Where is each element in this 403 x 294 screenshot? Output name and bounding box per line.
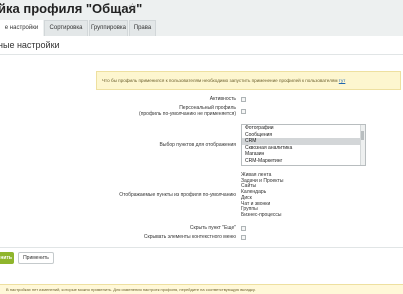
hide-more-label: Скрыть пункт "Еще" [189, 225, 236, 231]
page-title: йка профиля "Общая" [0, 1, 143, 16]
hide-more-checkbox[interactable] [241, 226, 246, 231]
scrollbar-thumb[interactable] [361, 131, 364, 140]
personal-profile-hint: (профиль по-умолчанию не применяется) [139, 111, 236, 117]
default-items-label: Отображаемые пункты из профиля по-умолча… [119, 192, 236, 198]
apply-button[interactable]: Применить [18, 252, 54, 264]
active-label: Активность [209, 96, 236, 102]
notice-banner: Что бы профиль применился к пользователя… [96, 71, 401, 90]
bottom-divider [0, 247, 403, 248]
footer-notice: В настройках нет изменений, которые можн… [0, 284, 403, 294]
menu-items-listbox[interactable]: Фотографии Сообщения CRM Сквозная аналит… [241, 124, 366, 166]
list-item[interactable]: CRM-Маркетинг [242, 158, 365, 165]
save-button[interactable]: нить [0, 252, 14, 264]
list-item: Бизнес-процессы [241, 211, 282, 218]
listbox-scrollbar[interactable] [360, 125, 365, 165]
tab-rights[interactable]: Права [129, 20, 156, 36]
tab-general-settings[interactable]: е настройки [0, 20, 43, 36]
section-title: ные настройки [0, 40, 60, 50]
default-items-list: Живая лента Задачи и Проекты Сайты Кален… [241, 172, 283, 219]
notice-link[interactable]: тут [339, 78, 346, 83]
tab-grouping[interactable]: Группировка [89, 20, 128, 36]
star-icon[interactable]: ☆ [128, 2, 137, 13]
menu-select-label: Выбор пунктов для отображения [159, 142, 236, 148]
active-checkbox[interactable] [241, 97, 246, 102]
hide-context-checkbox[interactable] [241, 235, 246, 240]
hide-context-label: Скрывать элементы контекстного меню [143, 234, 236, 240]
personal-profile-checkbox[interactable] [241, 109, 246, 114]
notice-text: Что бы профиль применился к пользователя… [102, 78, 339, 83]
section-divider [0, 54, 403, 55]
tab-sorting[interactable]: Сортировка [44, 20, 88, 36]
